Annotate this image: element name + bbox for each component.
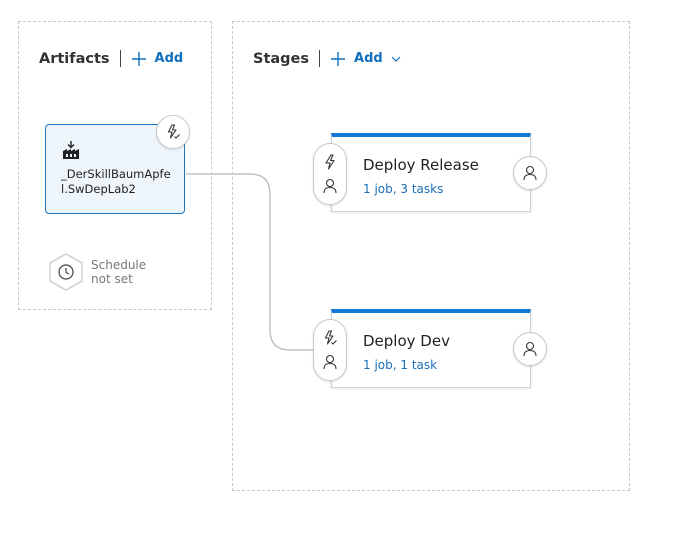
schedule-text: Schedule not set bbox=[91, 258, 146, 286]
header-separator bbox=[319, 50, 321, 67]
person-icon bbox=[523, 165, 537, 181]
stage-card-deploy-dev[interactable]: Deploy Dev 1 job, 1 task bbox=[331, 309, 531, 388]
add-artifact-button[interactable]: Add bbox=[131, 51, 184, 67]
add-artifact-label: Add bbox=[154, 51, 184, 66]
lightning-icon[interactable] bbox=[322, 154, 338, 170]
chevron-down-icon bbox=[391, 56, 401, 62]
schedule-line-2: not set bbox=[91, 272, 133, 286]
continuous-deployment-trigger-button[interactable] bbox=[156, 115, 190, 149]
stage-card-deploy-release[interactable]: Deploy Release 1 job, 3 tasks bbox=[331, 133, 531, 212]
post-deployment-approvals-button[interactable] bbox=[513, 332, 547, 366]
person-icon[interactable] bbox=[322, 178, 338, 194]
post-deployment-approvals-button[interactable] bbox=[513, 156, 547, 190]
pre-deployment-conditions bbox=[313, 319, 347, 381]
schedule-line-1: Schedule bbox=[91, 258, 147, 272]
lightning-check-icon[interactable] bbox=[322, 330, 338, 346]
plus-icon bbox=[131, 51, 147, 67]
stages-header: Stages Add bbox=[253, 50, 401, 67]
clock-icon bbox=[48, 253, 84, 291]
pre-deployment-conditions bbox=[313, 143, 347, 205]
plus-icon bbox=[330, 51, 346, 67]
add-stage-button[interactable]: Add bbox=[330, 51, 401, 67]
stages-panel bbox=[232, 21, 630, 491]
header-separator bbox=[119, 50, 121, 67]
stage-tasks-link[interactable]: 1 job, 1 task bbox=[363, 358, 437, 372]
lightning-check-icon bbox=[165, 124, 181, 140]
artifacts-header: Artifacts Add bbox=[39, 50, 183, 67]
person-icon[interactable] bbox=[322, 354, 338, 370]
stages-title: Stages bbox=[253, 50, 310, 67]
schedule-button[interactable]: Schedule not set bbox=[48, 253, 146, 291]
artifacts-title: Artifacts bbox=[39, 50, 110, 67]
add-stage-label: Add bbox=[354, 51, 383, 66]
stage-name: Deploy Release bbox=[363, 156, 479, 174]
stage-tasks-link[interactable]: 1 job, 3 tasks bbox=[363, 182, 443, 196]
build-icon bbox=[61, 140, 81, 160]
person-icon bbox=[523, 341, 537, 357]
stage-name: Deploy Dev bbox=[363, 332, 450, 350]
artifact-name: _DerSkillBaumApfel.SwDepLab2 bbox=[61, 167, 171, 196]
